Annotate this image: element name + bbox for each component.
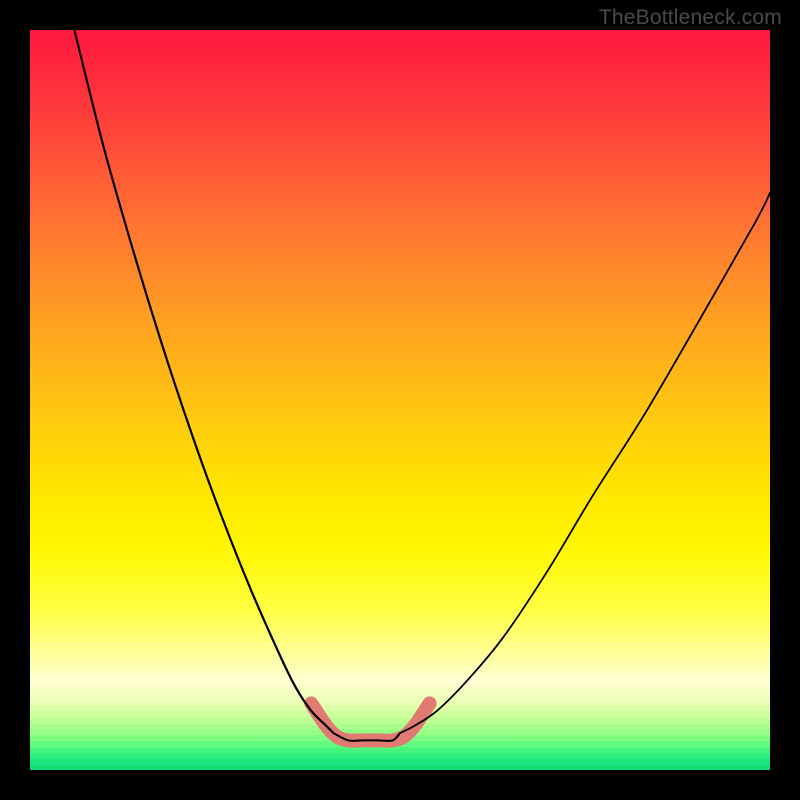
plot-area bbox=[30, 30, 770, 770]
right-curve bbox=[400, 193, 770, 733]
left-curve bbox=[74, 30, 333, 733]
watermark-text: TheBottleneck.com bbox=[599, 6, 782, 30]
valley-highlight bbox=[311, 703, 429, 740]
chart-frame: TheBottleneck.com bbox=[0, 0, 800, 800]
curve-layer bbox=[30, 30, 770, 770]
